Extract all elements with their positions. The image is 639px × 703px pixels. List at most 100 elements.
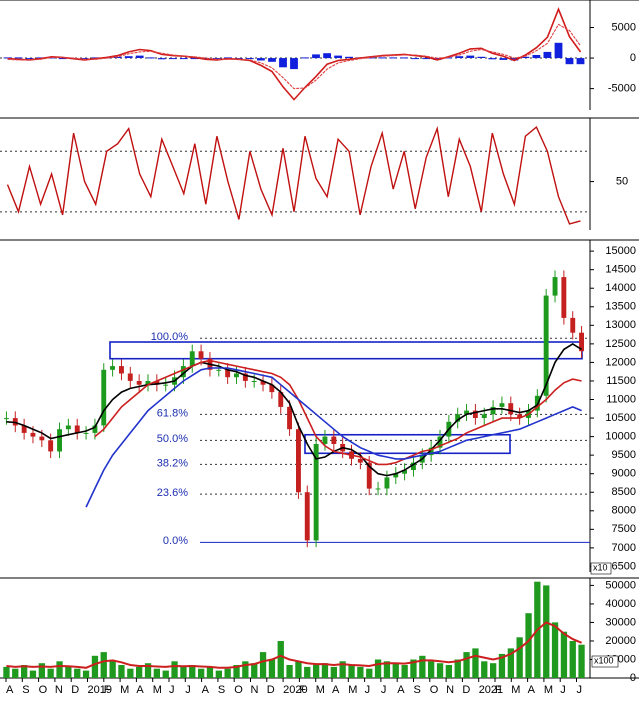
candle-body	[287, 406, 292, 430]
rsi-tick-label: 50	[616, 175, 628, 187]
candle-body	[216, 369, 222, 371]
volume-bar	[357, 666, 364, 678]
macd-tick-label: 5000	[612, 21, 636, 33]
time-tick-label: M	[120, 684, 129, 696]
volume-bar	[366, 668, 373, 678]
candle-body	[110, 366, 115, 370]
fib-label: 61.8%	[157, 407, 188, 419]
candle-body	[4, 418, 9, 420]
volume-bar	[153, 668, 160, 678]
volume-bar	[118, 665, 125, 678]
macd-histogram-bar	[14, 57, 23, 59]
candle-body	[304, 492, 310, 541]
price-tick-label: 15000	[605, 245, 636, 257]
volume-bar	[321, 663, 329, 678]
macd-histogram-bar	[246, 58, 254, 60]
volume-tick-label: 0	[630, 672, 636, 684]
volume-bar	[286, 665, 293, 678]
macd-histogram-bar	[290, 58, 298, 70]
time-tick-label: M	[316, 684, 325, 696]
stock-chart: 5000 0 -5000 50 100.0% 61.8% 50.0% 38.2% 23.6% 0.…	[0, 0, 639, 698]
macd-histogram-bar	[323, 53, 331, 59]
price-tick-label: 9500	[612, 449, 636, 461]
volume-bar	[330, 666, 337, 678]
macd-histogram-bar	[554, 42, 563, 59]
candle-body	[357, 458, 363, 463]
price-tick-label: 8000	[612, 505, 636, 517]
time-tick-label: O	[39, 684, 48, 696]
macd-histogram-bar	[268, 58, 276, 62]
price-tick-label: 11000	[606, 393, 636, 405]
macd-histogram-bar	[532, 55, 541, 59]
volume-bar	[259, 652, 267, 678]
volume-unit-label: x100	[594, 655, 614, 665]
volume-bar	[419, 655, 426, 678]
candle-body	[65, 425, 71, 430]
volume-bar	[277, 641, 284, 678]
volume-bar	[560, 631, 568, 678]
macd-histogram-bar	[576, 58, 585, 65]
volume-bar	[109, 661, 116, 678]
time-tick-label: N	[55, 684, 63, 696]
volume-bar	[38, 663, 45, 678]
time-tick-label: M	[511, 684, 520, 696]
macd-histogram-bar	[179, 58, 188, 60]
macd-histogram-bar	[345, 56, 353, 58]
volume-bar	[295, 661, 302, 678]
macd-line-macd	[7, 7, 582, 101]
macd-histogram-bar	[257, 58, 265, 61]
time-tick-label: J	[577, 684, 583, 696]
volume-bar	[374, 659, 382, 678]
candle-body	[251, 381, 257, 382]
macd-histogram-bar	[157, 58, 166, 60]
time-tick-label: A	[6, 684, 14, 696]
volume-bar	[215, 670, 222, 678]
macd-histogram-bar	[466, 55, 475, 58]
time-tick-label: J	[365, 684, 371, 696]
rsi-line	[6, 125, 581, 225]
volume-bar	[481, 661, 488, 678]
time-tick-label: D	[462, 684, 470, 696]
price-zone-box	[109, 341, 583, 360]
price-tick-label: 12000	[605, 356, 636, 368]
macd-histogram-bar	[400, 57, 409, 59]
volume-bar	[74, 668, 81, 678]
macd-histogram-bar	[565, 58, 574, 65]
candle-body	[375, 488, 381, 490]
macd-histogram-bar	[334, 55, 342, 58]
fib-label: 50.0%	[157, 433, 188, 445]
volume-bar	[551, 622, 559, 678]
macd-histogram-bar	[378, 57, 387, 59]
candle-body	[39, 436, 45, 441]
time-tick-label: N	[251, 684, 259, 696]
time-tick-label: A	[202, 684, 210, 696]
macd-histogram-bar	[279, 58, 287, 68]
price-tick-label: 6500	[612, 560, 636, 572]
price-tick-label: 9000	[612, 468, 636, 480]
time-tick-label: M	[544, 684, 553, 696]
candle-body	[189, 351, 195, 367]
time-tick-label: M	[153, 684, 162, 696]
candle-body	[499, 403, 505, 407]
chart-canvas: 50000-500050100.0%61.8%50.0%38.2%23.6%0.…	[0, 0, 639, 696]
time-tick-label: J	[381, 684, 387, 696]
price-tick-label: 7500	[612, 523, 636, 535]
time-tick-label: A	[136, 684, 144, 696]
time-tick-label: S	[414, 684, 421, 696]
candle-body	[552, 277, 558, 296]
volume-bar	[127, 668, 134, 678]
time-tick-label: N	[446, 684, 454, 696]
price-tick-label: 13000	[605, 319, 636, 331]
volume-bar	[65, 666, 72, 678]
macd-histogram-bar	[499, 58, 508, 60]
candle-body	[561, 277, 567, 318]
volume-bar	[198, 668, 205, 678]
volume-bar	[445, 665, 452, 678]
candle-body	[101, 369, 107, 426]
price-tick-label: 10000	[605, 431, 636, 443]
macd-histogram-bar	[301, 57, 309, 59]
price-tick-label: 10500	[605, 412, 636, 424]
volume-bar	[348, 665, 355, 678]
macd-histogram-bar	[146, 57, 155, 59]
time-tick-label: F	[495, 684, 502, 696]
